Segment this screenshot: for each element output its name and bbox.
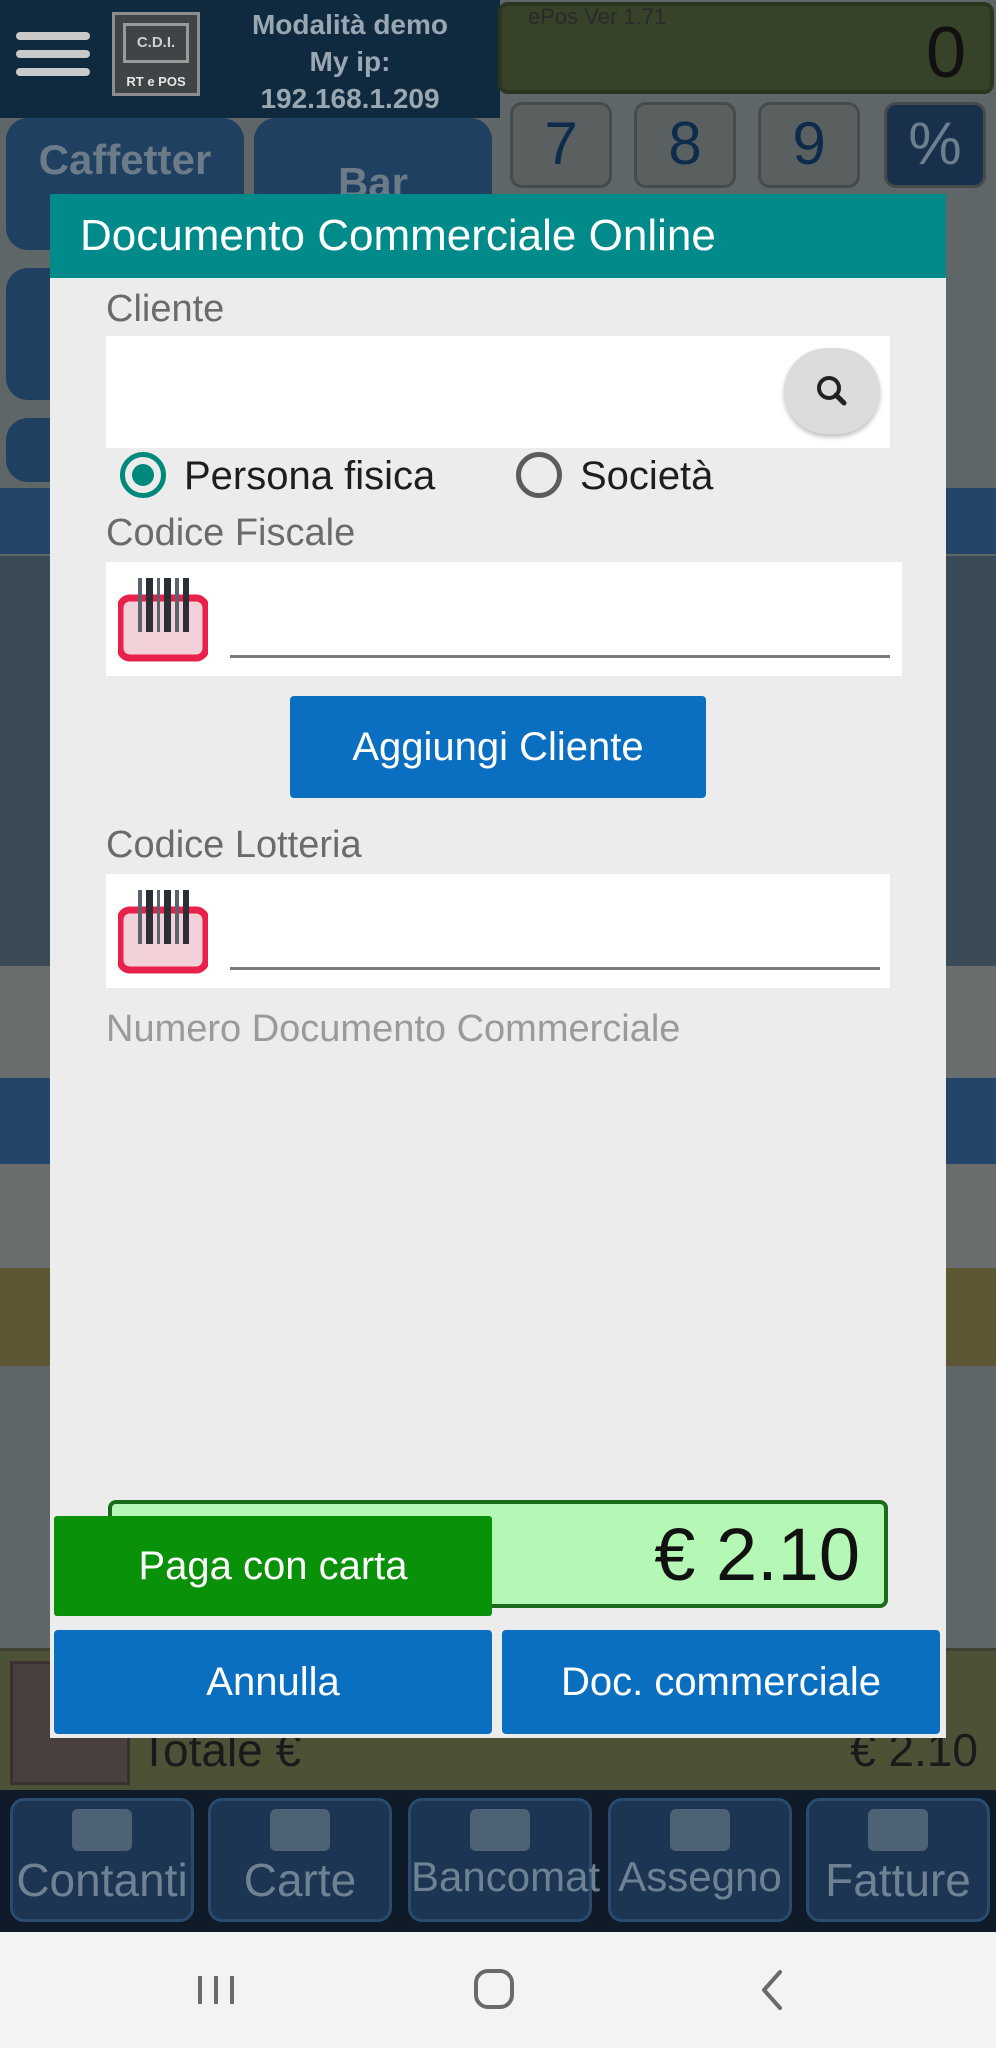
codice-fiscale-field bbox=[106, 562, 902, 676]
pay-bancomat-label: Bancomat bbox=[411, 1853, 601, 1900]
cancel-button[interactable]: Annulla bbox=[54, 1630, 492, 1734]
barcode-scanner-icon[interactable] bbox=[118, 576, 208, 662]
radio-societa[interactable] bbox=[516, 452, 562, 498]
radio-societa-label[interactable]: Società bbox=[580, 454, 713, 499]
pay-check-label: Assegno bbox=[618, 1853, 782, 1900]
ip-address: 192.168.1.209 bbox=[260, 83, 440, 114]
numero-documento-label: Numero Documento Commerciale bbox=[106, 1008, 681, 1050]
cliente-label: Cliente bbox=[106, 288, 225, 330]
payment-bar: Contanti Carte Bancomat Assegno Fatture bbox=[0, 1790, 996, 1932]
add-client-button[interactable]: Aggiungi Cliente bbox=[290, 696, 706, 798]
key-9[interactable]: 9 bbox=[758, 102, 860, 188]
demo-mode-label: Modalità demo bbox=[251, 9, 448, 40]
cliente-field[interactable] bbox=[106, 336, 890, 448]
display-value: 0 bbox=[925, 13, 966, 93]
codice-lotteria-input[interactable] bbox=[230, 918, 880, 970]
key-percent[interactable]: % bbox=[884, 102, 986, 188]
search-icon bbox=[817, 376, 847, 406]
codice-fiscale-input[interactable] bbox=[230, 606, 890, 658]
document-dialog: Documento Commerciale Online Cliente Per… bbox=[50, 194, 946, 1738]
radio-persona-fisica[interactable] bbox=[120, 452, 166, 498]
home-icon[interactable] bbox=[464, 1962, 524, 2018]
codice-lotteria-field bbox=[106, 874, 890, 988]
amount-value: € 2.10 bbox=[654, 1513, 860, 1596]
commercial-document-button[interactable]: Doc. commerciale bbox=[502, 1630, 940, 1734]
pay-cards-label: Carte bbox=[243, 1854, 357, 1906]
xml-file-icon bbox=[868, 1809, 928, 1851]
pay-cash-label: Contanti bbox=[16, 1854, 188, 1906]
company-logo: C.D.I. RT e POS bbox=[112, 12, 200, 96]
pay-cash-button[interactable]: Contanti bbox=[10, 1798, 194, 1922]
invoices-button[interactable]: Fatture bbox=[806, 1798, 990, 1922]
pay-check-button[interactable]: Assegno bbox=[608, 1798, 792, 1922]
logo-text: C.D.I. bbox=[123, 23, 189, 63]
invoices-label: Fatture bbox=[825, 1854, 971, 1906]
system-nav-bar bbox=[0, 1932, 996, 2048]
cash-icon bbox=[72, 1809, 132, 1851]
codice-fiscale-label: Codice Fiscale bbox=[106, 512, 356, 554]
pay-bancomat-button[interactable]: Bancomat bbox=[408, 1798, 601, 1922]
dialog-title: Documento Commerciale Online bbox=[50, 194, 946, 278]
bancomat-icon bbox=[470, 1809, 530, 1851]
key-7[interactable]: 7 bbox=[510, 102, 612, 188]
search-client-button[interactable] bbox=[784, 348, 880, 434]
cards-icon bbox=[270, 1809, 330, 1851]
radio-persona-fisica-label[interactable]: Persona fisica bbox=[184, 454, 435, 499]
codice-lotteria-label: Codice Lotteria bbox=[106, 824, 362, 866]
demo-info: Modalità demo My ip: 192.168.1.209 bbox=[230, 6, 470, 117]
pay-cards-button[interactable]: Carte bbox=[208, 1798, 392, 1922]
back-icon[interactable] bbox=[742, 1962, 802, 2018]
pay-with-card-button[interactable]: Paga con carta bbox=[54, 1516, 492, 1616]
recent-apps-icon[interactable] bbox=[186, 1962, 246, 2018]
ip-label: My ip: bbox=[309, 46, 391, 77]
hamburger-menu-icon[interactable] bbox=[16, 30, 90, 78]
cliente-input[interactable] bbox=[116, 366, 756, 408]
version-label: ePos Ver 1.71 bbox=[528, 4, 667, 29]
barcode-scanner-icon[interactable] bbox=[118, 888, 208, 974]
check-icon bbox=[670, 1809, 730, 1851]
logo-subtext: RT e POS bbox=[126, 74, 186, 89]
key-8[interactable]: 8 bbox=[634, 102, 736, 188]
